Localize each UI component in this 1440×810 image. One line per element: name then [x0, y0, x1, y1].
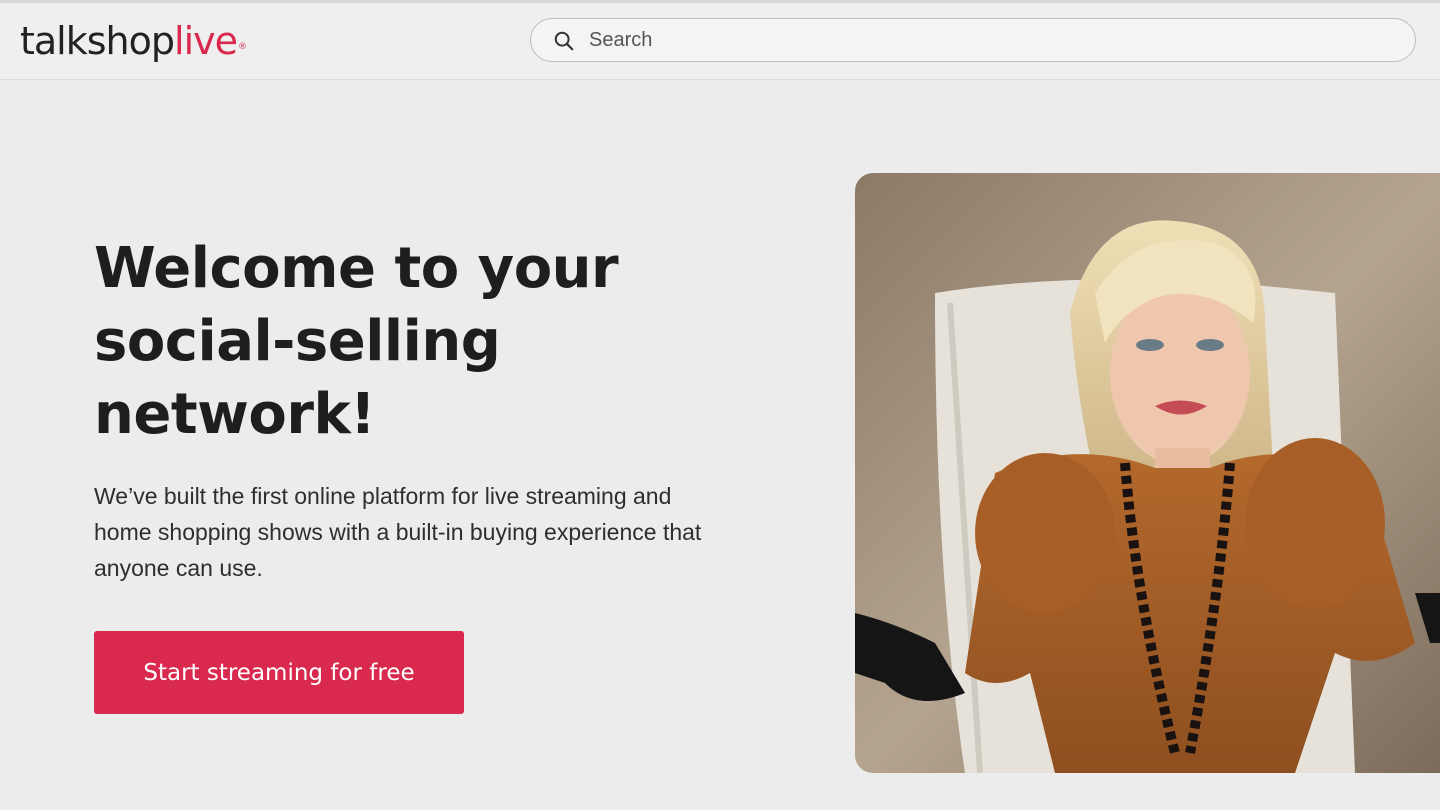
hero-title: Welcome to your social-selling network! — [94, 236, 619, 447]
search-input[interactable] — [587, 19, 1391, 62]
site-header: talkshoplive® — [0, 3, 1440, 80]
logo-text-live: live — [174, 19, 238, 63]
search-bar[interactable] — [530, 18, 1416, 62]
hero-subtitle: We’ve built the first online platform fo… — [94, 483, 702, 581]
logo-text-talkshop: talkshop — [20, 19, 175, 63]
hero-video[interactable] — [855, 173, 1440, 773]
start-streaming-button[interactable]: Start streaming for free — [94, 631, 464, 714]
logo[interactable]: talkshoplive® — [20, 17, 247, 65]
registered-mark: ® — [238, 42, 247, 52]
search-icon[interactable] — [553, 30, 575, 52]
video-frame-illustration — [855, 173, 1440, 773]
